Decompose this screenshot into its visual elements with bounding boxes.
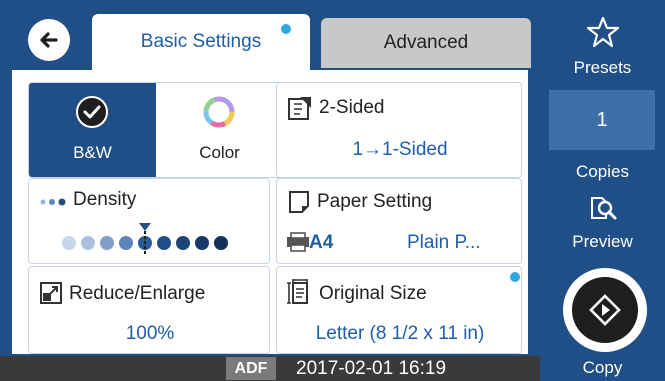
paper-setting-title: Paper Setting — [317, 191, 433, 212]
right-sidebar: Presets 1 Copies Preview Copy — [540, 0, 665, 381]
original-size-icon — [287, 279, 308, 304]
status-bar: ADF 2017-02-01 16:19 — [0, 356, 540, 381]
adf-badge: ADF — [226, 357, 276, 380]
copies-input[interactable]: 1 — [549, 90, 655, 150]
back-button[interactable] — [28, 19, 70, 61]
copy-screen: Basic Settings Advanced B&W Color 2-Side… — [0, 0, 665, 381]
star-icon — [586, 16, 620, 48]
two-sided-tile[interactable]: 2-Sided 1→1-Sided — [276, 82, 522, 178]
preview-label: Preview — [572, 232, 633, 251]
bw-label: B&W — [73, 143, 112, 162]
tab-basic-settings[interactable]: Basic Settings — [92, 14, 310, 70]
color-label: Color — [199, 143, 240, 162]
copies-label: Copies — [576, 162, 629, 181]
density-level-dot — [214, 236, 228, 250]
reduce-enlarge-tile[interactable]: Reduce/Enlarge 100% — [28, 266, 270, 354]
copy-label: Copy — [582, 358, 623, 377]
original-size-tile[interactable]: Original Size Letter (8 1/2 x 11 in) — [276, 266, 522, 354]
datetime-display: 2017-02-01 16:19 — [296, 358, 447, 379]
reduce-enlarge-title: Reduce/Enlarge — [69, 283, 206, 304]
paper-size-value: A4 — [309, 232, 334, 253]
paper-setting-tile[interactable]: Paper Setting A4 Plain P... — [276, 178, 522, 264]
density-level-dot — [100, 236, 114, 250]
settings-grid: B&W Color 2-Sided 1→1-Sided Density Pape… — [12, 70, 528, 354]
start-diamond-icon — [589, 294, 621, 326]
density-level-dot — [119, 236, 133, 250]
back-arrow-icon — [40, 32, 58, 48]
tab-bar: Basic Settings Advanced — [0, 0, 540, 70]
check-circle-icon — [76, 96, 108, 128]
basic-settings-indicator-dot — [281, 24, 291, 34]
tab-advanced[interactable]: Advanced — [321, 18, 531, 68]
reduce-enlarge-value: 100% — [125, 323, 175, 344]
density-tile[interactable]: Density — [28, 178, 270, 264]
main-panel: Basic Settings Advanced B&W Color 2-Side… — [0, 0, 540, 381]
density-level-dot — [62, 236, 76, 250]
bw-option[interactable]: B&W — [29, 83, 156, 177]
density-level-dot — [157, 236, 171, 250]
paper-type-value: Plain P... — [407, 232, 481, 253]
tab-basic-settings-label: Basic Settings — [140, 31, 262, 52]
tab-advanced-label: Advanced — [383, 32, 469, 53]
two-sided-value: 1→1-Sided — [352, 139, 448, 160]
copy-start-button[interactable] — [563, 268, 647, 352]
preview-magnifier-icon — [591, 197, 617, 220]
presets-button[interactable]: Presets — [540, 8, 665, 80]
preview-button[interactable]: Preview — [540, 188, 665, 254]
density-marker — [139, 223, 151, 231]
color-mode-tile: B&W Color — [28, 82, 284, 178]
density-title: Density — [73, 189, 137, 210]
color-option[interactable]: Color — [156, 83, 283, 177]
presets-label: Presets — [573, 58, 632, 77]
original-size-value: Letter (8 1/2 x 11 in) — [315, 323, 485, 344]
two-sided-title: 2-Sided — [319, 97, 385, 118]
density-level-dot — [176, 236, 190, 250]
copy-start-inner — [572, 277, 638, 343]
density-level-dot — [81, 236, 95, 250]
printer-tray-icon — [287, 232, 309, 252]
copies-value: 1 — [596, 108, 608, 131]
reduce-enlarge-icon — [40, 282, 62, 304]
original-size-title: Original Size — [319, 283, 427, 304]
density-level-dot — [195, 236, 209, 250]
density-scale — [62, 223, 228, 255]
two-sided-icon — [288, 97, 311, 120]
paper-icon — [289, 191, 309, 213]
original-size-indicator-dot — [510, 272, 520, 282]
color-wheel-icon — [203, 96, 235, 128]
density-dots-icon — [40, 198, 66, 206]
